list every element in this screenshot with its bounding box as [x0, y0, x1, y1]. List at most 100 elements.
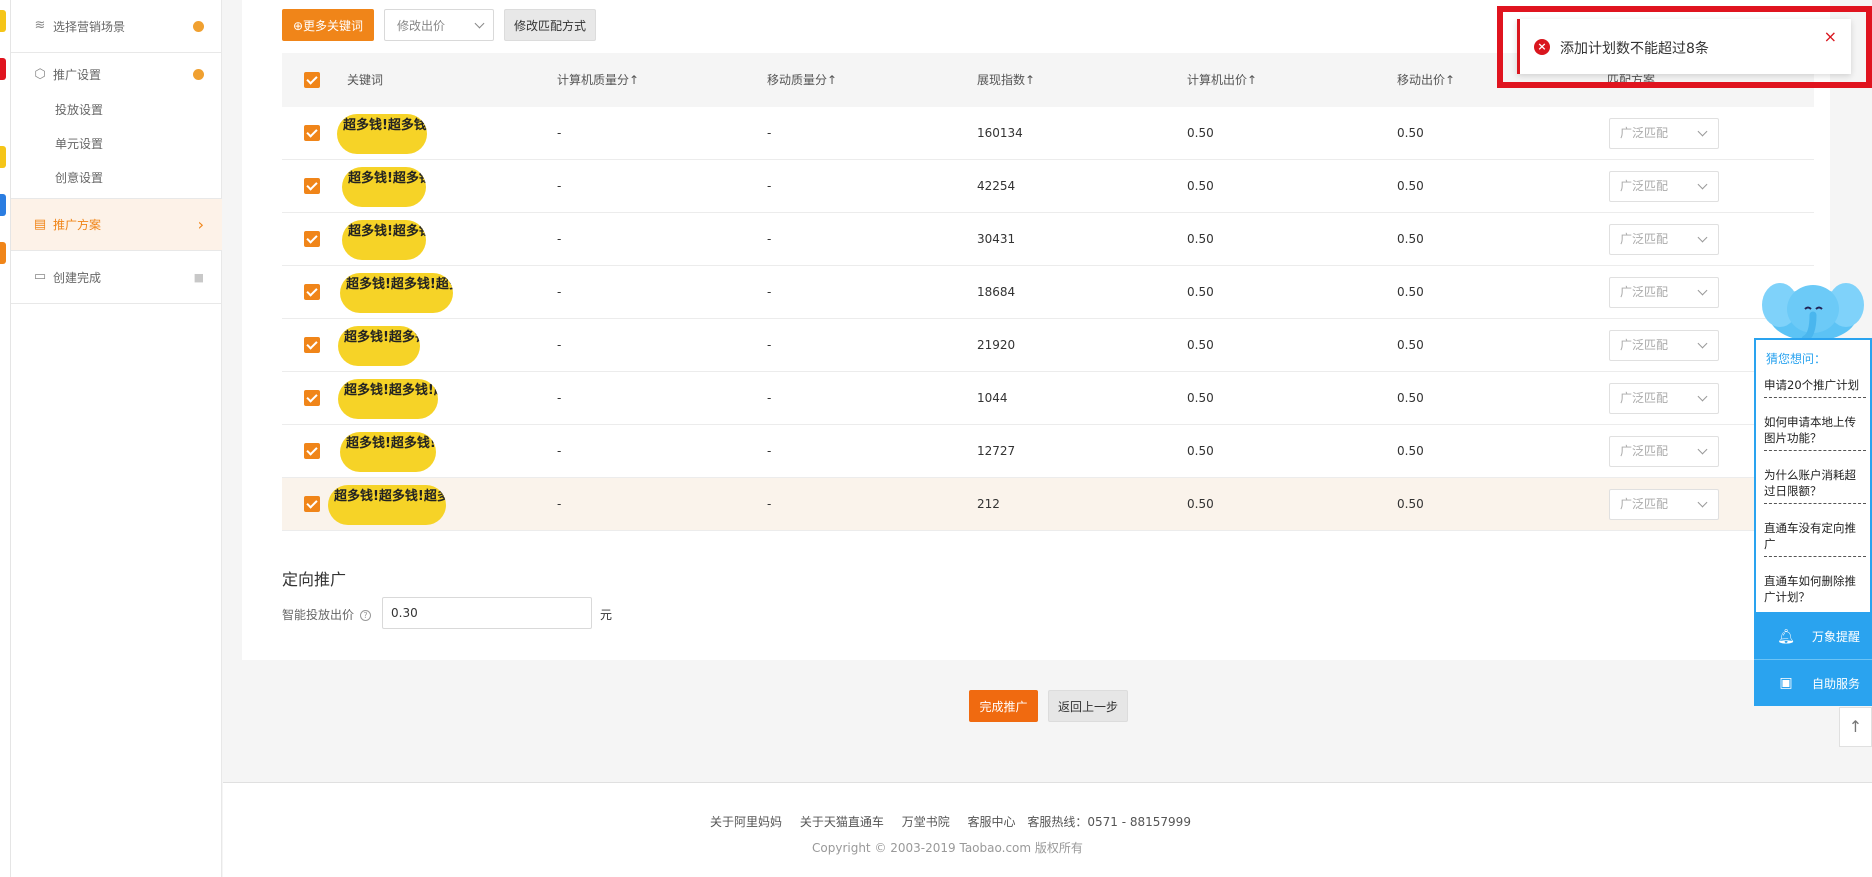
match-type-select[interactable]: 广泛匹配: [1609, 224, 1719, 255]
mobile-bid-cell[interactable]: 0.50: [1397, 213, 1424, 266]
pc-bid-cell[interactable]: 0.50: [1187, 425, 1214, 478]
more-keywords-button[interactable]: ⊕更多关键词: [282, 9, 374, 41]
row-checkbox[interactable]: [304, 284, 320, 300]
modify-bid-select[interactable]: 修改出价: [384, 9, 494, 41]
row-checkbox[interactable]: [304, 443, 320, 459]
chevron-right-icon: ›: [197, 215, 204, 234]
header-pc-bid[interactable]: 计算机出价↑: [1187, 53, 1257, 107]
row-checkbox[interactable]: [304, 390, 320, 406]
sub-item-unit[interactable]: 单元设置: [11, 126, 222, 160]
step-created: ▭ 创建完成 ■: [11, 251, 222, 304]
footer-link[interactable]: 万堂书院: [902, 815, 950, 829]
match-type-select[interactable]: 广泛匹配: [1609, 277, 1719, 308]
pc-quality-cell: -: [557, 338, 562, 352]
faq-question[interactable]: 如何申请本地上传图片功能？: [1764, 414, 1866, 451]
elephant-mascot-icon: [1762, 283, 1864, 343]
row-checkbox[interactable]: [304, 231, 320, 247]
pc-bid-cell[interactable]: 0.50: [1187, 107, 1214, 160]
pc-bid-cell[interactable]: 0.50: [1187, 478, 1214, 531]
app-chip-icon[interactable]: [0, 242, 6, 264]
faq-question[interactable]: 为什么账户消耗超过日限额？: [1764, 467, 1866, 504]
select-all-checkbox[interactable]: [304, 72, 320, 88]
sub-item-creative[interactable]: 创意设置: [11, 160, 222, 194]
impressions-cell: 30431: [977, 232, 1016, 246]
chevron-down-icon: [1697, 391, 1708, 402]
table-row: 超多钱!超多钱!超多钱! - - 12727 0.50 0.50 广泛匹配: [282, 425, 1814, 478]
mobile-bid-cell[interactable]: 0.50: [1397, 160, 1424, 213]
faq-question[interactable]: 申请20个推广计划: [1764, 377, 1866, 398]
header-impressions[interactable]: 展现指数↑: [977, 53, 1035, 107]
match-type-label: 广泛匹配: [1620, 338, 1669, 352]
reminder-button[interactable]: 🔔︎ 万象提醒: [1754, 614, 1872, 660]
finish-button[interactable]: 完成推广: [969, 690, 1038, 722]
match-type-select[interactable]: 广泛匹配: [1609, 118, 1719, 149]
footer-link[interactable]: 关于天猫直通车: [800, 815, 884, 829]
mobile-bid-cell[interactable]: 0.50: [1397, 319, 1424, 372]
app-chip-icon[interactable]: [0, 10, 6, 32]
step-select-scene[interactable]: ≋ 选择营销场景: [11, 0, 222, 53]
pc-bid-cell[interactable]: 0.50: [1187, 266, 1214, 319]
mobile-bid-cell[interactable]: 0.50: [1397, 478, 1424, 531]
sub-item-delivery[interactable]: 投放设置: [11, 92, 222, 126]
header-mobile-bid[interactable]: 移动出价↑: [1397, 53, 1455, 107]
redacted-keyword: 超多钱!超多钱!超多钱!: [337, 114, 427, 154]
match-type-select[interactable]: 广泛匹配: [1609, 171, 1719, 202]
arrow-up-icon[interactable]: ↑: [1839, 707, 1872, 747]
faq-question[interactable]: 直通车没有定向推广: [1764, 520, 1866, 557]
match-type-select[interactable]: 广泛匹配: [1609, 489, 1719, 520]
mobile-bid-cell[interactable]: 0.50: [1397, 266, 1424, 319]
pc-quality-cell: -: [557, 179, 562, 193]
header-pc-quality[interactable]: 计算机质量分↑: [557, 53, 639, 107]
row-checkbox[interactable]: [304, 337, 320, 353]
bid-label-text: 智能投放出价: [282, 608, 355, 622]
mobile-quality-cell: -: [767, 126, 772, 140]
help-icon[interactable]: ?: [360, 610, 372, 621]
app-chip-icon[interactable]: [0, 146, 6, 168]
lock-icon: ■: [193, 270, 204, 284]
row-checkbox[interactable]: [304, 125, 320, 141]
impressions-cell: 212: [977, 497, 1000, 511]
close-icon[interactable]: ×: [1824, 27, 1837, 46]
mobile-bid-cell[interactable]: 0.50: [1397, 372, 1424, 425]
app-chip-icon[interactable]: [0, 194, 6, 216]
folder-icon: ▭: [33, 269, 47, 284]
mobile-bid-cell[interactable]: 0.50: [1397, 425, 1424, 478]
redacted-keyword: 超多钱!超多钱!超多钱!: [342, 220, 426, 260]
mobile-quality-cell: -: [767, 497, 772, 511]
chevron-down-icon: [1697, 444, 1708, 455]
chevron-down-icon: [1697, 232, 1708, 243]
pc-bid-cell[interactable]: 0.50: [1187, 319, 1214, 372]
pc-bid-cell[interactable]: 0.50: [1187, 372, 1214, 425]
mobile-bid-cell[interactable]: 0.50: [1397, 107, 1424, 160]
row-checkbox[interactable]: [304, 178, 320, 194]
table-row: 超多钱!超多钱!超多钱! - - 18684 0.50 0.50 广泛匹配: [282, 266, 1814, 319]
modify-match-button[interactable]: 修改匹配方式: [504, 9, 596, 41]
match-type-select[interactable]: 广泛匹配: [1609, 330, 1719, 361]
redacted-keyword: 超多钱!超多钱!超多钱!: [328, 485, 446, 525]
sub-item-label: 投放设置: [55, 102, 104, 117]
footer-link[interactable]: 客服中心: [968, 815, 1016, 829]
pc-bid-cell[interactable]: 0.50: [1187, 213, 1214, 266]
smart-bid-input[interactable]: [382, 597, 592, 629]
pc-bid-cell[interactable]: 0.50: [1187, 160, 1214, 213]
step-label: 推广方案: [53, 218, 102, 232]
redacted-keyword: 超多钱!超多钱!超多钱!: [340, 432, 436, 472]
mobile-quality-cell: -: [767, 338, 772, 352]
self-service-button[interactable]: ▣ 自助服务: [1754, 660, 1872, 706]
redacted-keyword: 超多钱!超多钱!超多钱!: [340, 273, 453, 313]
back-button[interactable]: 返回上一步: [1048, 690, 1128, 722]
faq-question[interactable]: 直通车如何删除推广计划？: [1764, 573, 1866, 609]
sub-item-label: 单元设置: [55, 136, 104, 151]
app-chip-icon[interactable]: [0, 58, 6, 80]
match-type-label: 广泛匹配: [1620, 444, 1669, 458]
footer-link[interactable]: 关于阿里妈妈: [710, 815, 782, 829]
match-type-select[interactable]: 广泛匹配: [1609, 436, 1719, 467]
select-label: 修改出价: [397, 18, 446, 33]
match-type-select[interactable]: 广泛匹配: [1609, 383, 1719, 414]
step-label: 选择营销场景: [53, 19, 126, 34]
row-checkbox[interactable]: [304, 496, 320, 512]
step-promotion-plan[interactable]: ▤ 推广方案 ›: [11, 198, 222, 251]
header-mobile-quality[interactable]: 移动质量分↑: [767, 53, 837, 107]
impressions-cell: 21920: [977, 338, 1016, 352]
app-icon-strip: [0, 0, 11, 877]
